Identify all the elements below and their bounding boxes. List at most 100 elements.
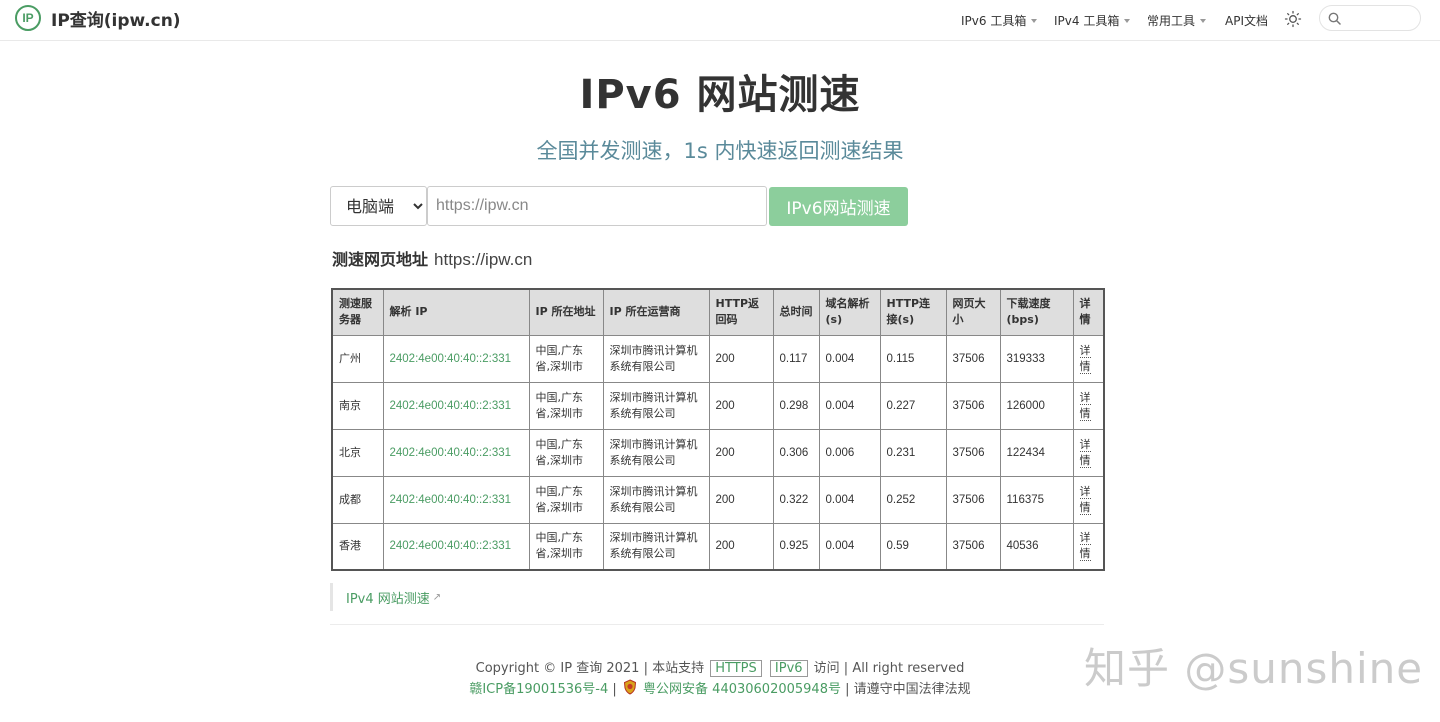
col-http-connect: HTTP连接(s) [879, 288, 947, 336]
caret-down-icon [1200, 18, 1207, 23]
cell-http-code: 200 [708, 522, 774, 571]
cell-http-connect: 0.115 [879, 334, 947, 383]
icp-link[interactable]: 赣ICP备19001536号-4 [469, 682, 608, 697]
ip-logo-icon: IP [15, 5, 41, 31]
cell-total-time: 0.322 [772, 475, 820, 524]
search-icon [1328, 12, 1341, 25]
cell-total-time: 0.298 [772, 381, 820, 430]
col-dns-time: 域名解析(s) [818, 288, 881, 336]
cell-location: 中国,广东省,深圳市 [528, 428, 604, 477]
col-http-code: HTTP返回码 [708, 288, 774, 336]
cell-server: 成都 [331, 475, 384, 524]
https-badge: HTTPS [710, 660, 762, 677]
footer-copyright-line: Copyright © IP 查询 2021 | 本站支持 HTTPS IPv6… [0, 657, 1440, 677]
table-header-row: 测速服务器 解析 IP IP 所在地址 IP 所在运营商 HTTP返回码 总时间… [331, 288, 1105, 336]
cell-http-code: 200 [708, 475, 774, 524]
url-input[interactable] [427, 186, 767, 226]
cell-server: 北京 [331, 428, 384, 477]
ipv6-speed-test-button[interactable]: IPv6网站测速 [769, 187, 908, 226]
nav-common-tools[interactable]: 常用工具 [1147, 0, 1207, 41]
ipv4-speed-test-link[interactable]: IPv4 网站测速 ↗ [330, 583, 441, 611]
cell-download-speed: 40536 [999, 522, 1074, 571]
footer-icp-line: 赣ICP备19001536号-4 | 粤公网安备 44030602005948号… [0, 678, 1440, 697]
cell-location: 中国,广东省,深圳市 [528, 475, 604, 524]
cell-server: 香港 [331, 522, 384, 571]
device-type-select[interactable]: 电脑端 [330, 186, 427, 226]
col-resolved-ip: 解析 IP [382, 288, 530, 336]
table-row: 南京 2402:4e00:40:40::2:331 中国,广东省,深圳市 深圳市… [331, 381, 1105, 430]
nav-ipv6-toolbox[interactable]: IPv6 工具箱 [961, 0, 1038, 41]
nav-common-tools-label: 常用工具 [1147, 14, 1196, 28]
page-subtitle: 全国并发测速，1s 内快速返回测速结果 [536, 139, 904, 163]
col-page-size: 网页大小 [945, 288, 1001, 336]
col-server: 测速服务器 [331, 288, 384, 336]
page-title: IPv6 网站测速 [579, 72, 861, 118]
cell-download-speed: 319333 [999, 334, 1074, 383]
cell-http-code: 200 [708, 381, 774, 430]
sun-icon[interactable] [1284, 10, 1302, 28]
cell-total-time: 0.306 [772, 428, 820, 477]
cell-page-size: 37506 [945, 381, 1001, 430]
table-row: 香港 2402:4e00:40:40::2:331 中国,广东省,深圳市 深圳市… [331, 522, 1105, 571]
cell-download-speed: 116375 [999, 475, 1074, 524]
cell-isp: 深圳市腾讯计算机系统有限公司 [602, 522, 710, 571]
tested-url-line: 测速网页地址 https://ipw.cn [332, 246, 532, 270]
caret-down-icon [1031, 18, 1038, 23]
detail-link[interactable]: 详情 [1079, 437, 1091, 468]
cell-dns-time: 0.006 [818, 428, 881, 477]
search-box[interactable] [1319, 5, 1421, 31]
cell-total-time: 0.117 [772, 334, 820, 383]
col-ip-isp: IP 所在运营商 [602, 288, 710, 336]
table-row: 北京 2402:4e00:40:40::2:331 中国,广东省,深圳市 深圳市… [331, 428, 1105, 477]
detail-link[interactable]: 详情 [1079, 531, 1091, 562]
cell-download-speed: 126000 [999, 381, 1074, 430]
cell-total-time: 0.925 [772, 522, 820, 571]
cell-location: 中国,广东省,深圳市 [528, 334, 604, 383]
col-detail: 详情 [1072, 288, 1105, 336]
col-ip-location: IP 所在地址 [528, 288, 604, 336]
nav-api-docs[interactable]: API文档 [1225, 0, 1268, 41]
footer-separator: | [612, 682, 617, 697]
cell-http-code: 200 [708, 334, 774, 383]
cell-http-connect: 0.59 [879, 522, 947, 571]
search-input[interactable] [1345, 11, 1415, 25]
detail-link[interactable]: 详情 [1079, 343, 1091, 374]
cell-server: 南京 [331, 381, 384, 430]
cell-server: 广州 [331, 334, 384, 383]
cell-isp: 深圳市腾讯计算机系统有限公司 [602, 428, 710, 477]
police-badge-icon [623, 679, 636, 695]
cell-http-connect: 0.231 [879, 428, 947, 477]
cell-location: 中国,广东省,深圳市 [528, 381, 604, 430]
ipv4-speed-test-label: IPv4 网站测速 [346, 591, 430, 607]
cell-dns-time: 0.004 [818, 381, 881, 430]
cell-isp: 深圳市腾讯计算机系统有限公司 [602, 475, 710, 524]
cell-download-speed: 122434 [999, 428, 1074, 477]
col-download-speed: 下载速度(bps) [999, 288, 1074, 336]
site-logo-link[interactable]: IP IP查询(ipw.cn) [15, 5, 181, 31]
nav-api-docs-label: API文档 [1225, 14, 1268, 28]
cell-http-connect: 0.252 [879, 475, 947, 524]
resolved-ip-link[interactable]: 2402:4e00:40:40::2:331 [390, 353, 512, 365]
resolved-ip-link[interactable]: 2402:4e00:40:40::2:331 [390, 540, 512, 552]
access-text: 访问 | All right reserved [813, 661, 965, 676]
cell-location: 中国,广东省,深圳市 [528, 522, 604, 571]
detail-link[interactable]: 详情 [1079, 484, 1091, 515]
resolved-ip-link[interactable]: 2402:4e00:40:40::2:331 [390, 494, 512, 506]
tested-url-value: https://ipw.cn [434, 250, 533, 269]
cell-isp: 深圳市腾讯计算机系统有限公司 [602, 334, 710, 383]
law-notice: | 请遵守中国法律法规 [845, 682, 971, 697]
top-navbar: IP IP查询(ipw.cn) IPv6 工具箱 IPv4 工具箱 常用工具 A… [0, 0, 1440, 41]
cell-page-size: 37506 [945, 428, 1001, 477]
detail-link[interactable]: 详情 [1079, 390, 1091, 421]
tested-url-label: 测速网页地址 [332, 250, 429, 269]
ipv6-badge: IPv6 [769, 660, 808, 677]
cell-http-code: 200 [708, 428, 774, 477]
resolved-ip-link[interactable]: 2402:4e00:40:40::2:331 [390, 447, 512, 459]
nav-ipv4-toolbox[interactable]: IPv4 工具箱 [1054, 0, 1131, 41]
resolved-ip-link[interactable]: 2402:4e00:40:40::2:331 [390, 400, 512, 412]
cell-dns-time: 0.004 [818, 334, 881, 383]
cell-http-connect: 0.227 [879, 381, 947, 430]
cell-isp: 深圳市腾讯计算机系统有限公司 [602, 381, 710, 430]
police-record-link[interactable]: 粤公网安备 44030602005948号 [643, 682, 841, 697]
cell-page-size: 37506 [945, 522, 1001, 571]
